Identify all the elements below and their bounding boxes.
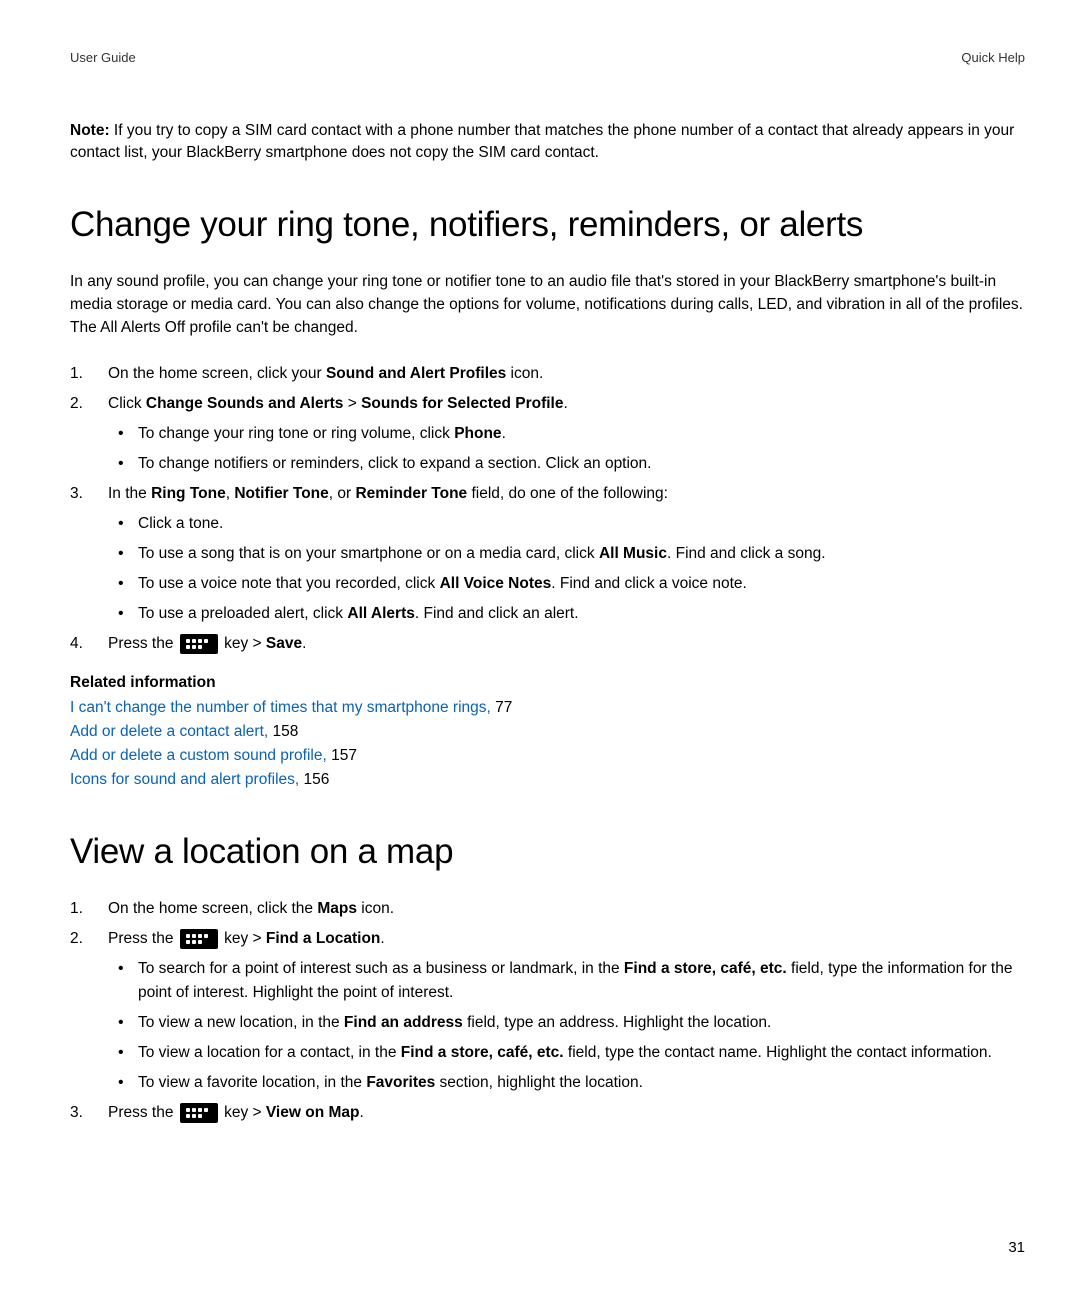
link-sound-profile[interactable]: Add or delete a custom sound profile, (70, 747, 331, 764)
step-2: Click Change Sounds and Alerts > Sounds … (70, 392, 1025, 476)
header-right: Quick Help (961, 50, 1025, 65)
blackberry-key-icon (180, 929, 218, 949)
list-item: To use a voice note that you recorded, c… (108, 572, 1025, 596)
steps-list-1: On the home screen, click your Sound and… (70, 362, 1025, 656)
page-number: 31 (1008, 1239, 1025, 1256)
step-1: On the home screen, click the Maps icon. (70, 897, 1025, 921)
list-item: To view a location for a contact, in the… (108, 1041, 1025, 1065)
page-header: User Guide Quick Help (70, 50, 1025, 65)
link-contact-alert[interactable]: Add or delete a contact alert, (70, 723, 272, 740)
list-item: To change notifiers or reminders, click … (108, 452, 1025, 476)
blackberry-key-icon (180, 634, 218, 654)
list-item: To view a favorite location, in the Favo… (108, 1071, 1025, 1095)
note-paragraph: Note: If you try to copy a SIM card cont… (70, 120, 1025, 165)
heading-view-map: View a location on a map (70, 832, 1025, 872)
step-3: Press the key > View on Map. (70, 1101, 1025, 1125)
list-item: To use a preloaded alert, click All Aler… (108, 602, 1025, 626)
related-info-heading: Related information (70, 674, 1025, 692)
step-3-sublist: Click a tone. To use a song that is on y… (108, 512, 1025, 626)
step-2: Press the key > Find a Location. To sear… (70, 927, 1025, 1095)
step-1: On the home screen, click your Sound and… (70, 362, 1025, 386)
step-3: In the Ring Tone, Notifier Tone, or Remi… (70, 482, 1025, 626)
related-link: I can't change the number of times that … (70, 696, 1025, 720)
related-link: Icons for sound and alert profiles, 156 (70, 768, 1025, 792)
step-2-sublist: To change your ring tone or ring volume,… (108, 422, 1025, 476)
step-4: Press the key > Save. (70, 632, 1025, 656)
list-item: Click a tone. (108, 512, 1025, 536)
related-link: Add or delete a custom sound profile, 15… (70, 744, 1025, 768)
link-icons-profiles[interactable]: Icons for sound and alert profiles, (70, 771, 304, 788)
link-rings[interactable]: I can't change the number of times that … (70, 699, 495, 716)
note-text: If you try to copy a SIM card contact wi… (70, 122, 1014, 161)
note-label: Note: (70, 122, 110, 139)
header-left: User Guide (70, 50, 136, 65)
heading-ringtone: Change your ring tone, notifiers, remind… (70, 205, 1025, 245)
list-item: To search for a point of interest such a… (108, 957, 1025, 1005)
related-link: Add or delete a contact alert, 158 (70, 720, 1025, 744)
steps-list-2: On the home screen, click the Maps icon.… (70, 897, 1025, 1125)
intro-text: In any sound profile, you can change you… (70, 270, 1025, 340)
list-item: To use a song that is on your smartphone… (108, 542, 1025, 566)
blackberry-key-icon (180, 1103, 218, 1123)
step-2-sublist: To search for a point of interest such a… (108, 957, 1025, 1095)
list-item: To view a new location, in the Find an a… (108, 1011, 1025, 1035)
list-item: To change your ring tone or ring volume,… (108, 422, 1025, 446)
